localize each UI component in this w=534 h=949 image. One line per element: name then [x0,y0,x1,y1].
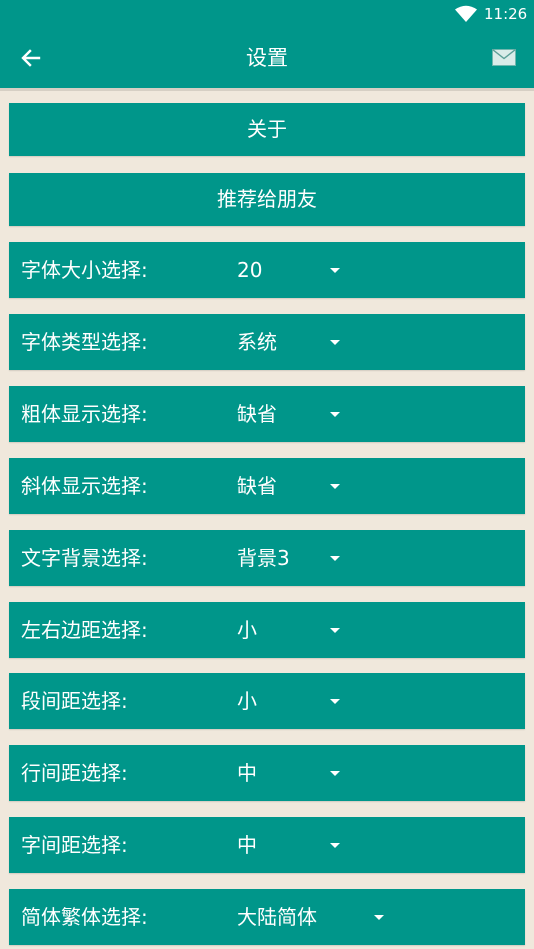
dropdown-caret-icon [330,771,340,776]
setting-row-text-background: 文字背景选择: 背景3 [9,530,525,586]
line-spacing-select[interactable]: 中 [229,745,419,801]
setting-row-font-size: 字体大小选择: 20 [9,242,525,298]
setting-value: 缺省 [237,474,277,498]
dropdown-caret-icon [330,268,340,273]
dropdown-caret-icon [374,915,384,920]
paragraph-spacing-select[interactable]: 小 [229,673,419,729]
setting-value: 小 [237,689,257,713]
italic-select[interactable]: 缺省 [229,458,419,514]
setting-label: 粗体显示选择: [21,402,148,426]
dropdown-caret-icon [330,340,340,345]
dropdown-caret-icon [330,484,340,489]
setting-label: 段间距选择: [21,689,128,713]
setting-label: 字间距选择: [21,833,128,857]
setting-label: 文字背景选择: [21,546,148,570]
recommend-button[interactable]: 推荐给朋友 [9,173,525,226]
toolbar-divider [0,88,534,91]
font-size-select[interactable]: 20 [229,242,419,298]
setting-value: 大陆简体 [237,905,317,929]
setting-row-chinese-variant: 简体繁体选择: 大陆简体 [9,889,525,945]
status-time: 11:26 [484,5,528,23]
dropdown-caret-icon [330,556,340,561]
font-type-select[interactable]: 系统 [229,314,419,370]
mail-icon[interactable] [492,48,516,70]
setting-row-font-type: 字体类型选择: 系统 [9,314,525,370]
setting-label: 简体繁体选择: [21,905,148,929]
chinese-variant-select[interactable]: 大陆简体 [229,889,419,945]
page-title: 设置 [246,46,288,70]
setting-label: 斜体显示选择: [21,474,148,498]
setting-value: 背景3 [237,546,290,570]
dropdown-caret-icon [330,412,340,417]
setting-label: 左右边距选择: [21,618,148,642]
setting-label: 字体大小选择: [21,258,148,282]
about-button[interactable]: 关于 [9,103,525,156]
bold-select[interactable]: 缺省 [229,386,419,442]
setting-row-italic: 斜体显示选择: 缺省 [9,458,525,514]
wifi-icon [455,5,477,26]
setting-label: 字体类型选择: [21,330,148,354]
setting-value: 中 [237,761,257,785]
side-margin-select[interactable]: 小 [229,602,419,658]
setting-value: 中 [237,833,257,857]
dropdown-caret-icon [330,843,340,848]
setting-label: 行间距选择: [21,761,128,785]
setting-value: 20 [237,258,263,282]
setting-value: 小 [237,618,257,642]
setting-row-line-spacing: 行间距选择: 中 [9,745,525,801]
setting-row-paragraph-spacing: 段间距选择: 小 [9,673,525,729]
setting-value: 缺省 [237,402,277,426]
setting-row-letter-spacing: 字间距选择: 中 [9,817,525,873]
dropdown-caret-icon [330,699,340,704]
setting-row-side-margin: 左右边距选择: 小 [9,602,525,658]
status-bar: 11:26 [0,0,534,28]
setting-row-bold: 粗体显示选择: 缺省 [9,386,525,442]
letter-spacing-select[interactable]: 中 [229,817,419,873]
dropdown-caret-icon [330,628,340,633]
toolbar: 设置 [0,28,534,88]
text-background-select[interactable]: 背景3 [229,530,419,586]
setting-value: 系统 [237,330,277,354]
